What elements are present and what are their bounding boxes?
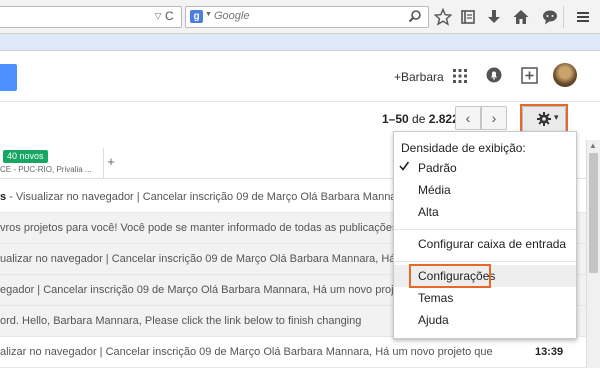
notifications-bell-icon[interactable] [486,67,502,83]
prev-page-button[interactable]: ‹ [455,106,481,130]
email-snippet: alizar no navegador | Cancelar inscrição… [0,346,493,358]
menu-item-configure-inbox[interactable]: Configurar caixa de entrada [394,234,576,254]
user-plus-link[interactable]: +Barbara [394,70,444,84]
menu-item-density-standard[interactable]: Padrão [394,158,576,178]
scroll-up-arrow-icon[interactable]: ▲ [589,141,597,150]
email-snippet: ualizar no navegador | Cancelar inscriçã… [0,253,441,265]
share-plus-icon[interactable] [521,67,538,84]
menu-icon[interactable] [574,8,592,26]
email-snippet: vros projetos para você! Você pode se ma… [0,222,413,234]
email-snippet: ord. Hello, Barbara Mannara, Please clic… [0,315,362,327]
chevron-left-icon: ‹ [465,110,471,126]
table-row[interactable]: alizar no navegador | Cancelar inscrição… [0,337,600,368]
email-snippet: s - Visualizar no navegador | Cancelar i… [0,191,427,203]
search-icon[interactable] [408,9,422,23]
reading-list-icon[interactable] [459,8,477,26]
menu-item-label: Padrão [418,161,457,175]
density-heading: Densidade de exibição: [401,141,526,155]
new-count-badge: 40 novos [3,150,48,163]
menu-item-themes[interactable]: Temas [394,288,576,308]
menu-item-density-medium[interactable]: Média [394,180,576,200]
menu-item-density-high[interactable]: Alta [394,202,576,222]
pagination-of: de [412,112,426,126]
email-snippet: egador | Cancelar inscrição 09 de Março … [0,284,431,296]
pagination-range: 1–50 [382,112,409,126]
apps-grid-icon[interactable] [453,69,467,83]
reload-icon[interactable]: C [165,9,177,23]
menu-item-help[interactable]: Ajuda [394,310,576,330]
pagination-text: 1–50 de 2.822 [382,112,459,126]
compose-button[interactable] [0,64,17,91]
email-sender-fragment: s [0,191,7,203]
home-icon[interactable] [512,8,530,26]
star-icon[interactable] [434,8,452,26]
avatar[interactable] [553,63,577,87]
menu-divider [394,229,576,230]
menu-item-label: Temas [418,291,454,305]
menu-item-label: Alta [418,205,439,219]
toolbar-separator [563,6,564,28]
gmail-header [0,51,600,102]
settings-item-highlight [409,264,491,288]
tab-senders-preview: CE - PUC-RIO, Privalia ... [0,165,92,174]
chat-icon[interactable] [541,8,559,26]
search-input[interactable] [214,8,394,24]
menu-divider [394,261,576,262]
chevron-right-icon: › [491,110,497,126]
settings-button-highlight [520,104,568,134]
scrollbar-thumb[interactable] [589,153,598,273]
engine-dropdown-icon[interactable]: ▼ [205,11,212,18]
bookmarks-strip [0,34,600,51]
menu-item-label: Ajuda [418,313,449,327]
next-page-button[interactable]: › [481,106,507,130]
menu-item-label: Média [418,183,451,197]
download-icon[interactable] [485,8,503,26]
add-tab-button[interactable]: + [104,154,118,169]
menu-item-label: Configurar caixa de entrada [418,237,567,251]
google-engine-icon[interactable]: g [190,10,203,23]
email-time: 13:39 [535,346,564,358]
url-history-dropdown-icon[interactable]: ▽ [152,10,164,22]
